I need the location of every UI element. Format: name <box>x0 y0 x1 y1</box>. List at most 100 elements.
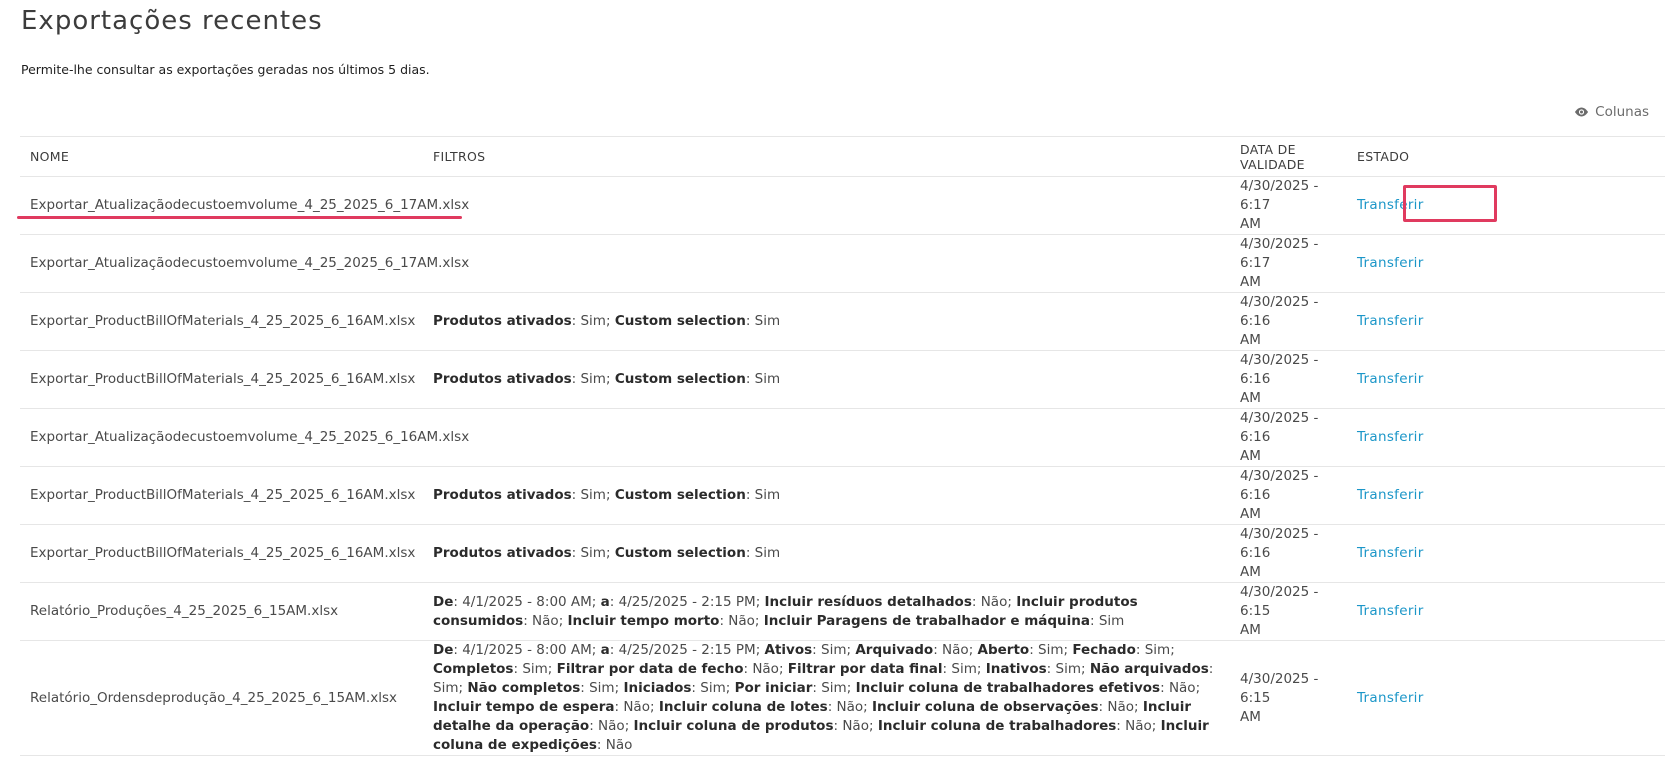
filter-value: Sim <box>522 661 548 677</box>
filter-value: Sim <box>821 642 847 658</box>
table-body: Exportar_Atualizaçãodecustoemvolume_4_25… <box>20 176 1665 756</box>
filter-value: Sim <box>1098 612 1125 629</box>
filter-value: Não <box>532 612 559 629</box>
download-link[interactable]: Transferir <box>1357 254 1424 273</box>
filter-value: Não <box>728 612 755 629</box>
columns-button-label: Colunas <box>1595 104 1649 120</box>
filters-cell: Produtos ativados: Sim; Custom selection… <box>423 466 1230 525</box>
filter-label: Produtos ativados <box>433 545 572 561</box>
file-name: Exportar_Atualizaçãodecustoemvolume_4_25… <box>20 408 469 467</box>
filter-label: Não completos <box>467 680 581 696</box>
filter-label: Custom selection <box>614 545 746 561</box>
filter-value: Sim <box>580 313 606 329</box>
filter-value: 4/25/2025 - 2:15 PM <box>618 593 756 610</box>
expiry-date: 4/30/2025 - 6:16 AM <box>1230 466 1347 525</box>
table-row: Exportar_ProductBillOfMaterials_4_25_202… <box>20 350 1665 409</box>
filter-value: 4/1/2025 - 8:00 AM <box>462 642 592 658</box>
expiry-date-line1: 4/30/2025 - 6:15 <box>1240 670 1319 706</box>
state-cell: Transferir <box>1347 466 1665 525</box>
filter-value: 4/1/2025 - 8:00 AM <box>462 593 592 610</box>
download-link[interactable]: Transferir <box>1357 196 1424 215</box>
expiry-date-line1: 4/30/2025 - 6:17 <box>1240 236 1319 271</box>
file-name: Exportar_Atualizaçãodecustoemvolume_4_25… <box>20 176 469 235</box>
filter-label: De <box>433 593 454 610</box>
state-cell: Transferir <box>1347 234 1665 293</box>
column-header-name[interactable]: NOME <box>20 136 423 177</box>
table-row: Exportar_Atualizaçãodecustoemvolume_4_25… <box>20 408 1665 467</box>
expiry-date-line1: 4/30/2025 - 6:16 <box>1240 352 1319 387</box>
state-cell: Transferir <box>1347 524 1665 583</box>
expiry-date-line2: AM <box>1240 332 1261 348</box>
table-row: Exportar_ProductBillOfMaterials_4_25_202… <box>20 466 1665 525</box>
download-link[interactable]: Transferir <box>1357 544 1424 563</box>
columns-button[interactable]: Colunas <box>1574 104 1649 120</box>
filter-label: Incluir coluna de trabalhadores efetivos <box>855 680 1161 696</box>
filter-value: Sim <box>433 680 459 696</box>
expiry-date-line1: 4/30/2025 - 6:16 <box>1240 294 1319 329</box>
filters-cell: De: 4/1/2025 - 8:00 AM; a: 4/25/2025 - 2… <box>423 640 1230 756</box>
filter-label: Fechado <box>1072 642 1136 658</box>
expiry-date-line2: AM <box>1240 564 1261 580</box>
state-cell: Transferir <box>1347 408 1665 467</box>
filter-label: Completos <box>433 661 514 677</box>
filter-label: Iniciados <box>623 680 692 696</box>
download-link[interactable]: Transferir <box>1357 689 1424 708</box>
filter-label: Não arquivados <box>1089 661 1209 677</box>
eye-icon <box>1574 107 1589 117</box>
expiry-date-line2: AM <box>1240 506 1261 522</box>
filter-value: Sim <box>754 371 781 387</box>
filter-value: Não <box>1107 699 1134 715</box>
expiry-date: 4/30/2025 - 6:16 AM <box>1230 524 1347 583</box>
filter-label: Filtrar por data final <box>787 661 943 677</box>
column-header-date[interactable]: DATA DE VALIDADE <box>1230 136 1347 177</box>
file-name: Exportar_ProductBillOfMaterials_4_25_202… <box>20 350 423 409</box>
filter-label: Incluir coluna de trabalhadores <box>877 718 1117 734</box>
file-name: Exportar_ProductBillOfMaterials_4_25_202… <box>20 524 423 583</box>
expiry-date-line1: 4/30/2025 - 6:16 <box>1240 410 1319 445</box>
filter-value: Sim <box>951 661 977 677</box>
filter-label: Incluir coluna de produtos <box>633 718 834 734</box>
filter-value: Sim <box>754 545 781 561</box>
download-link[interactable]: Transferir <box>1357 312 1424 331</box>
filter-value: Sim <box>754 487 781 503</box>
filters-cell: Produtos ativados: Sim; Custom selection… <box>423 292 1230 351</box>
table-row: Exportar_Atualizaçãodecustoemvolume_4_25… <box>20 234 1665 293</box>
column-header-filters[interactable]: FILTROS <box>423 136 1230 177</box>
state-cell: Transferir <box>1347 582 1665 641</box>
exports-table: NOME FILTROS DATA DE VALIDADE ESTADO Exp… <box>20 136 1665 756</box>
file-name: Exportar_Atualizaçãodecustoemvolume_4_25… <box>20 234 469 293</box>
filter-value: Não <box>598 718 625 734</box>
expiry-date-line2: AM <box>1240 448 1261 464</box>
filter-label: Custom selection <box>614 371 746 387</box>
filters-cell: De: 4/1/2025 - 8:00 AM; a: 4/25/2025 - 2… <box>423 582 1230 641</box>
column-header-state[interactable]: ESTADO <box>1347 136 1665 177</box>
expiry-date-line1: 4/30/2025 - 6:16 <box>1240 526 1319 561</box>
table-row: Exportar_ProductBillOfMaterials_4_25_202… <box>20 292 1665 351</box>
expiry-date: 4/30/2025 - 6:16 AM <box>1230 292 1347 351</box>
filter-label: Incluir Paragens de trabalhador e máquin… <box>763 612 1091 629</box>
filters-cell <box>423 176 1230 235</box>
table-row: Exportar_ProductBillOfMaterials_4_25_202… <box>20 524 1665 583</box>
expiry-date: 4/30/2025 - 6:17 AM <box>1230 176 1347 235</box>
filter-label: Ativos <box>764 642 813 658</box>
state-cell: Transferir <box>1347 292 1665 351</box>
table-row: Exportar_Atualizaçãodecustoemvolume_4_25… <box>20 176 1665 235</box>
filter-value: Não <box>623 699 650 715</box>
filter-label: Custom selection <box>614 313 746 329</box>
filter-label: a <box>600 642 610 658</box>
download-link[interactable]: Transferir <box>1357 370 1424 389</box>
filters-cell <box>423 234 1230 293</box>
filter-value: Sim <box>580 371 606 387</box>
filter-label: Arquivado <box>855 642 934 658</box>
download-link[interactable]: Transferir <box>1357 428 1424 447</box>
download-link[interactable]: Transferir <box>1357 602 1424 621</box>
expiry-date-line1: 4/30/2025 - 6:16 <box>1240 468 1319 503</box>
expiry-date: 4/30/2025 - 6:17 AM <box>1230 234 1347 293</box>
filter-value: Sim <box>1144 642 1171 658</box>
download-link[interactable]: Transferir <box>1357 486 1424 505</box>
filter-label: Incluir tempo morto <box>567 612 720 629</box>
filter-value: Não <box>1125 718 1152 734</box>
filter-value: Sim <box>754 313 781 329</box>
expiry-date: 4/30/2025 - 6:16 AM <box>1230 350 1347 409</box>
filter-value: Sim <box>700 680 726 696</box>
